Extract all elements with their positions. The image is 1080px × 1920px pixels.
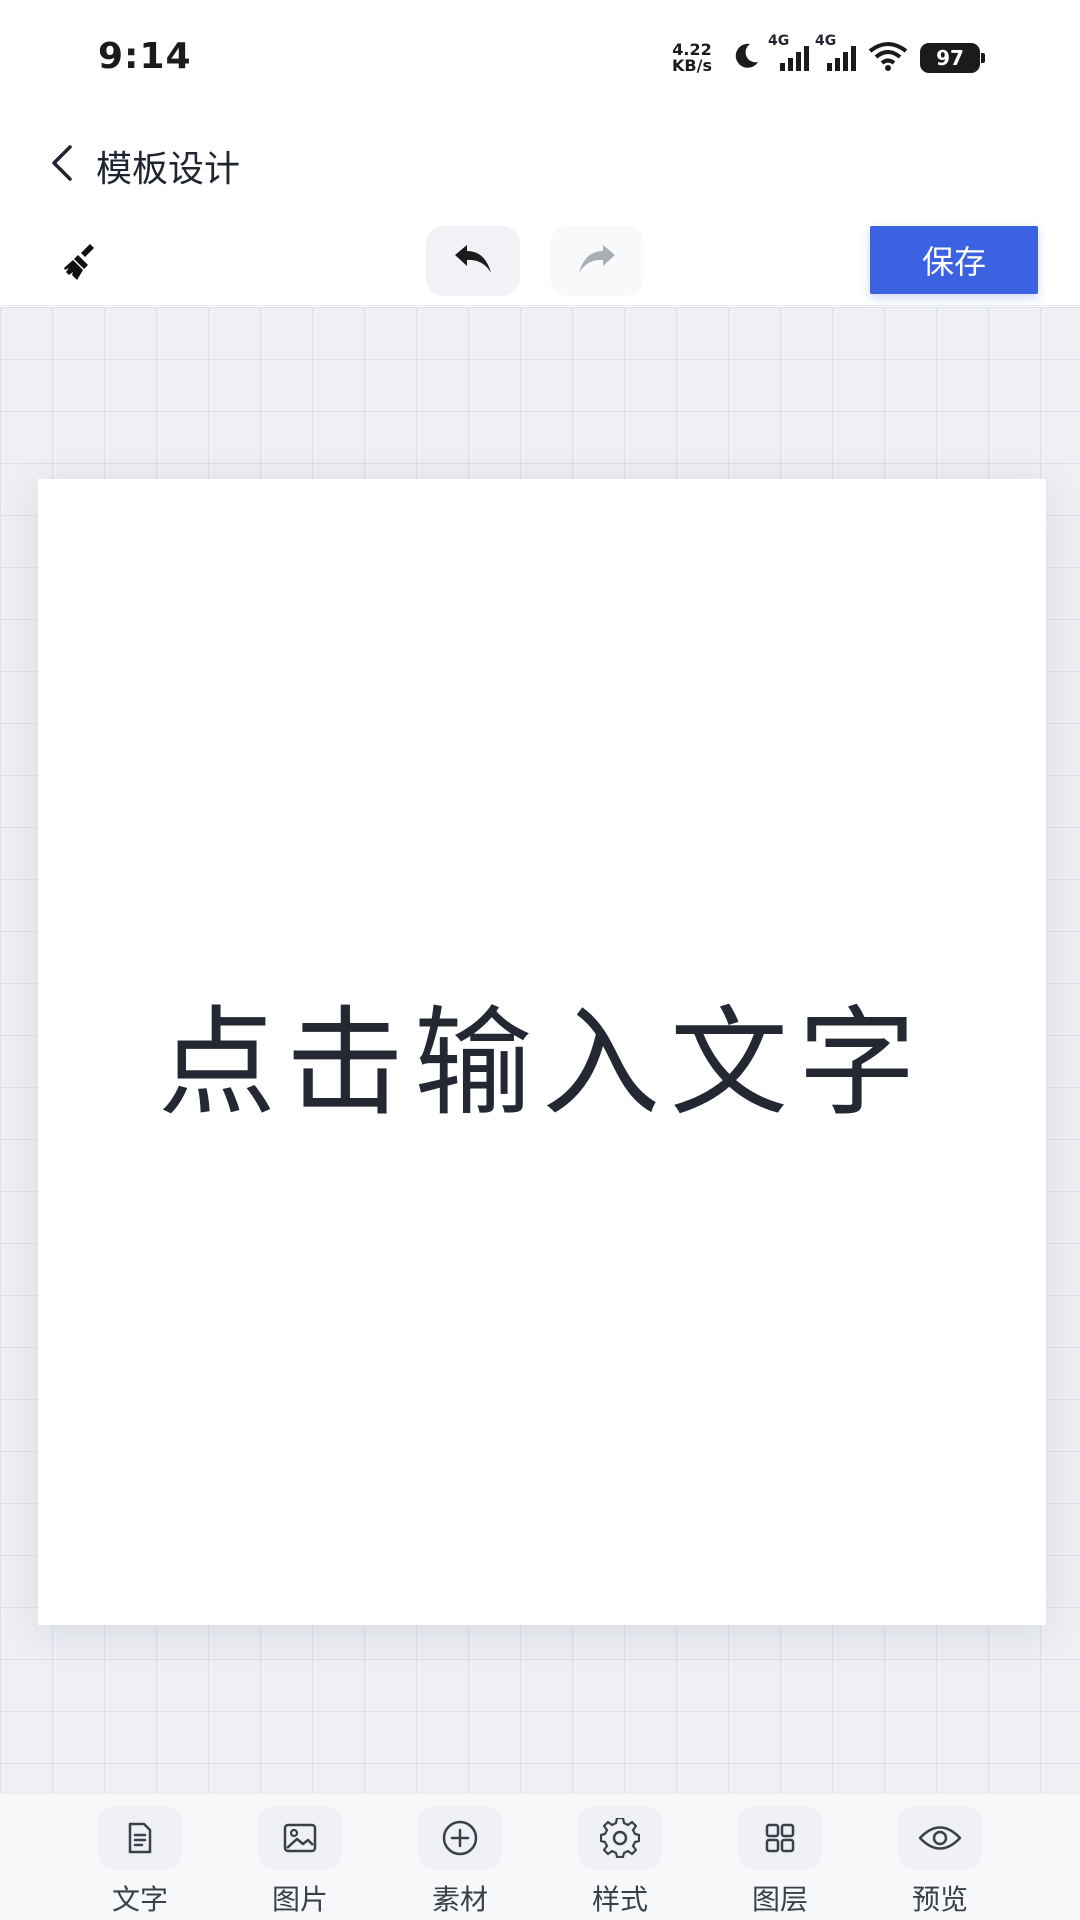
sim1-label: 4G	[768, 33, 790, 49]
layers-icon	[738, 1806, 822, 1870]
network-speed-unit: KB/s	[672, 56, 712, 75]
gear-icon	[578, 1806, 662, 1870]
sim2-label: 4G	[815, 33, 837, 49]
canvas-area[interactable]: 点击输入文字	[0, 307, 1080, 1793]
back-button[interactable]	[36, 140, 86, 190]
wifi-icon	[868, 41, 908, 75]
page-title: 模板设计	[96, 149, 241, 190]
artboard[interactable]: 点击输入文字	[38, 479, 1046, 1625]
nav-item-material[interactable]: 素材	[400, 1806, 520, 1918]
text-icon	[98, 1806, 182, 1870]
status-bar: 9:14 4.22 KB/s 4G 4G 97	[0, 0, 1080, 110]
image-icon	[258, 1806, 342, 1870]
network-speed: 4.22 KB/s	[672, 42, 712, 74]
undo-button[interactable]	[426, 226, 520, 296]
battery-level: 97	[936, 46, 964, 70]
nav-label-preview: 预览	[911, 1883, 968, 1916]
redo-icon	[575, 241, 619, 281]
add-circle-icon	[418, 1806, 502, 1870]
status-icons: 4.22 KB/s 4G 4G 97	[672, 33, 985, 78]
canvas-text-placeholder[interactable]: 点击输入文字	[158, 967, 926, 1138]
nav-item-preview[interactable]: 预览	[880, 1806, 1000, 1918]
nav-label-text: 文字	[111, 1883, 168, 1916]
save-button[interactable]: 保存	[870, 226, 1038, 294]
nav-label-image: 图片	[271, 1883, 328, 1916]
bottom-nav: 文字 图片 素材 样式 图层 预览	[0, 1793, 1080, 1920]
header: 模板设计	[0, 110, 1080, 220]
undo-icon	[451, 241, 495, 281]
signal-icon-sim2: 4G	[815, 33, 856, 71]
nav-item-style[interactable]: 样式	[560, 1806, 680, 1918]
redo-button[interactable]	[550, 226, 644, 296]
chevron-left-icon	[46, 143, 76, 187]
signal-icon-sim1: 4G	[768, 33, 809, 71]
eye-icon	[898, 1806, 982, 1870]
battery-icon: 97	[920, 43, 985, 73]
nav-label-material: 素材	[431, 1883, 488, 1916]
nav-label-style: 样式	[591, 1883, 648, 1916]
nav-item-layers[interactable]: 图层	[720, 1806, 840, 1918]
broom-icon	[60, 240, 104, 288]
editor-toolbar: 保存	[0, 220, 1080, 306]
status-time: 9:14	[98, 36, 192, 77]
moon-icon	[730, 40, 762, 76]
nav-item-text[interactable]: 文字	[80, 1806, 200, 1918]
clear-canvas-button[interactable]	[56, 238, 108, 290]
nav-label-layers: 图层	[751, 1883, 808, 1916]
nav-item-image[interactable]: 图片	[240, 1806, 360, 1918]
